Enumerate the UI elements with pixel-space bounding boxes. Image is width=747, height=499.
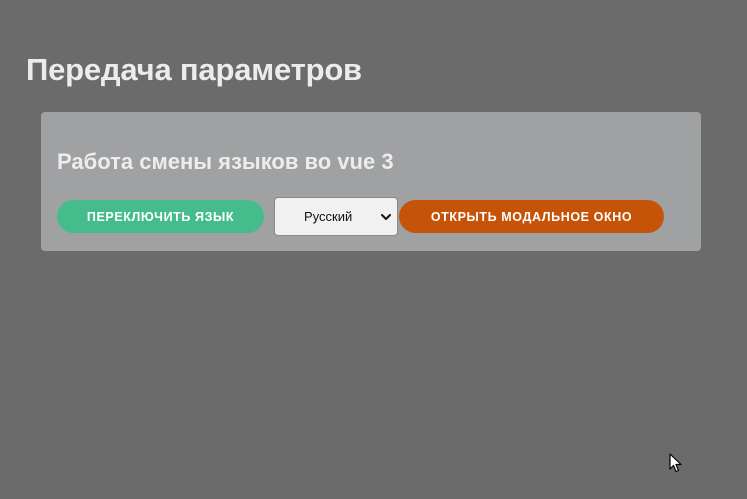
page-title: Передача параметров [26,52,362,87]
open-modal-button[interactable]: ОТКРЫТЬ МОДАЛЬНОЕ ОКНО [399,200,664,233]
language-select-value: Русский [304,209,353,224]
chevron-down-icon [381,214,391,220]
page: Передача параметров Работа смены языков … [0,0,747,499]
card-title: Работа смены языков во vue 3 [57,149,394,174]
switch-language-button[interactable]: ПЕРЕКЛЮЧИТЬ ЯЗЫК [57,200,264,233]
language-demo-card: Работа смены языков во vue 3 ПЕРЕКЛЮЧИТЬ… [41,112,701,251]
language-select[interactable]: Русский [274,197,398,236]
mouse-cursor-icon [669,453,682,473]
